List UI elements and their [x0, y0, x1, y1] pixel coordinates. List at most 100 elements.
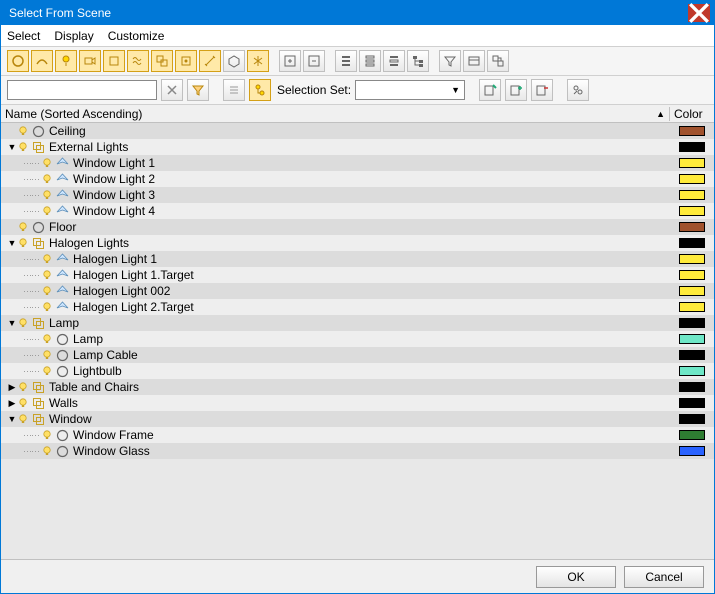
color-swatch[interactable] — [679, 414, 705, 424]
tree-row[interactable]: ⋯⋯Lightbulb — [1, 363, 714, 379]
color-swatch[interactable] — [679, 382, 705, 392]
expand-toggle[interactable]: ▼ — [7, 238, 17, 248]
tree-row[interactable]: ▼Window — [1, 411, 714, 427]
expand-toggle[interactable]: ▶ — [7, 382, 17, 392]
tree-row[interactable]: ⋯⋯Halogen Light 002 — [1, 283, 714, 299]
expand-all-button[interactable] — [279, 50, 301, 72]
filter-cameras-button[interactable] — [79, 50, 101, 72]
menu-display[interactable]: Display — [54, 29, 93, 43]
tree-row[interactable]: ▼Halogen Lights — [1, 235, 714, 251]
tree-row[interactable]: ⋯⋯Halogen Light 2.Target — [1, 299, 714, 315]
expand-toggle[interactable]: ▼ — [7, 142, 17, 152]
color-swatch[interactable] — [679, 222, 705, 232]
filter-geometry-button[interactable] — [7, 50, 29, 72]
column-name[interactable]: Name (Sorted Ascending) ▲ — [1, 107, 670, 121]
tree-row[interactable]: ⋯⋯Window Glass — [1, 443, 714, 459]
cancel-button[interactable]: Cancel — [624, 566, 704, 588]
node-label: Ceiling — [47, 124, 86, 138]
color-swatch[interactable] — [679, 366, 705, 376]
node-label: Walls — [47, 396, 78, 410]
color-swatch[interactable] — [679, 270, 705, 280]
select-all-button[interactable] — [335, 50, 357, 72]
selset-add-button[interactable] — [505, 79, 527, 101]
ok-button[interactable]: OK — [536, 566, 616, 588]
selection-set-dropdown[interactable]: ▼ — [355, 80, 465, 100]
expand-toggle[interactable]: ▼ — [7, 414, 17, 424]
color-swatch[interactable] — [679, 446, 705, 456]
tree-row[interactable]: ▶ Table and Chairs — [1, 379, 714, 395]
color-swatch[interactable] — [679, 254, 705, 264]
tree-row[interactable]: ⋯⋯Halogen Light 1.Target — [1, 267, 714, 283]
find-button[interactable] — [187, 79, 209, 101]
tree-row[interactable]: ▼Lamp — [1, 315, 714, 331]
filter-frozen-button[interactable] — [247, 50, 269, 72]
expand-toggle[interactable]: ▼ — [7, 318, 17, 328]
color-swatch[interactable] — [679, 238, 705, 248]
color-swatch[interactable] — [679, 174, 705, 184]
color-swatch[interactable] — [679, 302, 705, 312]
node-label: Table and Chairs — [47, 380, 139, 394]
menu-customize[interactable]: Customize — [108, 29, 165, 43]
color-swatch[interactable] — [679, 286, 705, 296]
filter-spacewarps-button[interactable] — [127, 50, 149, 72]
display-children-button[interactable] — [249, 79, 271, 101]
geometry-icon — [55, 348, 69, 362]
view-settings-button[interactable] — [463, 50, 485, 72]
lightbulb-icon — [17, 237, 29, 249]
color-swatch[interactable] — [679, 430, 705, 440]
sync-selection-button[interactable] — [487, 50, 509, 72]
filter-xrefs-button[interactable] — [175, 50, 197, 72]
lightbulb-icon — [17, 413, 29, 425]
lightbulb-icon — [41, 285, 53, 297]
color-swatch[interactable] — [679, 142, 705, 152]
color-swatch[interactable] — [679, 206, 705, 216]
lightbulb-icon — [41, 269, 53, 281]
selset-create-button[interactable] — [479, 79, 501, 101]
selset-highlight-button[interactable] — [567, 79, 589, 101]
node-label: Halogen Light 2.Target — [71, 300, 194, 314]
tree-row[interactable]: ⋯⋯Window Frame — [1, 427, 714, 443]
node-label: Window Light 3 — [71, 188, 155, 202]
color-swatch[interactable] — [679, 318, 705, 328]
tree-row[interactable]: ⋯⋯Window Light 2 — [1, 171, 714, 187]
expand-toggle[interactable]: ▶ — [7, 398, 17, 408]
tree-row[interactable]: Ceiling — [1, 123, 714, 139]
selset-remove-button[interactable] — [531, 79, 553, 101]
filter-lights-button[interactable] — [55, 50, 77, 72]
color-swatch[interactable] — [679, 398, 705, 408]
tree-row[interactable]: Floor — [1, 219, 714, 235]
tree-row[interactable]: ▶ Walls — [1, 395, 714, 411]
collapse-all-button[interactable] — [303, 50, 325, 72]
tree-row[interactable]: ⋯⋯Window Light 1 — [1, 155, 714, 171]
filter-helpers-button[interactable] — [103, 50, 125, 72]
color-swatch[interactable] — [679, 126, 705, 136]
filter-containers-button[interactable] — [223, 50, 245, 72]
color-swatch[interactable] — [679, 350, 705, 360]
filter-shapes-button[interactable] — [31, 50, 53, 72]
column-color[interactable]: Color — [670, 107, 714, 121]
tree-row[interactable]: ▼External Lights — [1, 139, 714, 155]
select-children-button[interactable] — [407, 50, 429, 72]
filter-bones-button[interactable] — [199, 50, 221, 72]
color-swatch[interactable] — [679, 158, 705, 168]
scene-tree[interactable]: Ceiling▼External Lights⋯⋯Window Light 1⋯… — [1, 123, 714, 559]
clear-search-button[interactable] — [161, 79, 183, 101]
menubar: Select Display Customize — [1, 25, 714, 47]
tree-row[interactable]: ⋯⋯Lamp — [1, 331, 714, 347]
tree-row[interactable]: ⋯⋯Halogen Light 1 — [1, 251, 714, 267]
select-none-button[interactable] — [359, 50, 381, 72]
tree-row[interactable]: ⋯⋯Window Light 3 — [1, 187, 714, 203]
select-invert-button[interactable] — [383, 50, 405, 72]
menu-select[interactable]: Select — [7, 29, 40, 43]
color-swatch[interactable] — [679, 190, 705, 200]
lock-toggle-button[interactable] — [223, 79, 245, 101]
search-input[interactable] — [7, 80, 157, 100]
node-label: Window Light 4 — [71, 204, 155, 218]
light-icon — [55, 300, 69, 314]
tree-row[interactable]: ⋯⋯Lamp Cable — [1, 347, 714, 363]
color-swatch[interactable] — [679, 334, 705, 344]
filter-groups-button[interactable] — [151, 50, 173, 72]
filter-button[interactable] — [439, 50, 461, 72]
tree-row[interactable]: ⋯⋯Window Light 4 — [1, 203, 714, 219]
close-button[interactable] — [688, 4, 710, 22]
